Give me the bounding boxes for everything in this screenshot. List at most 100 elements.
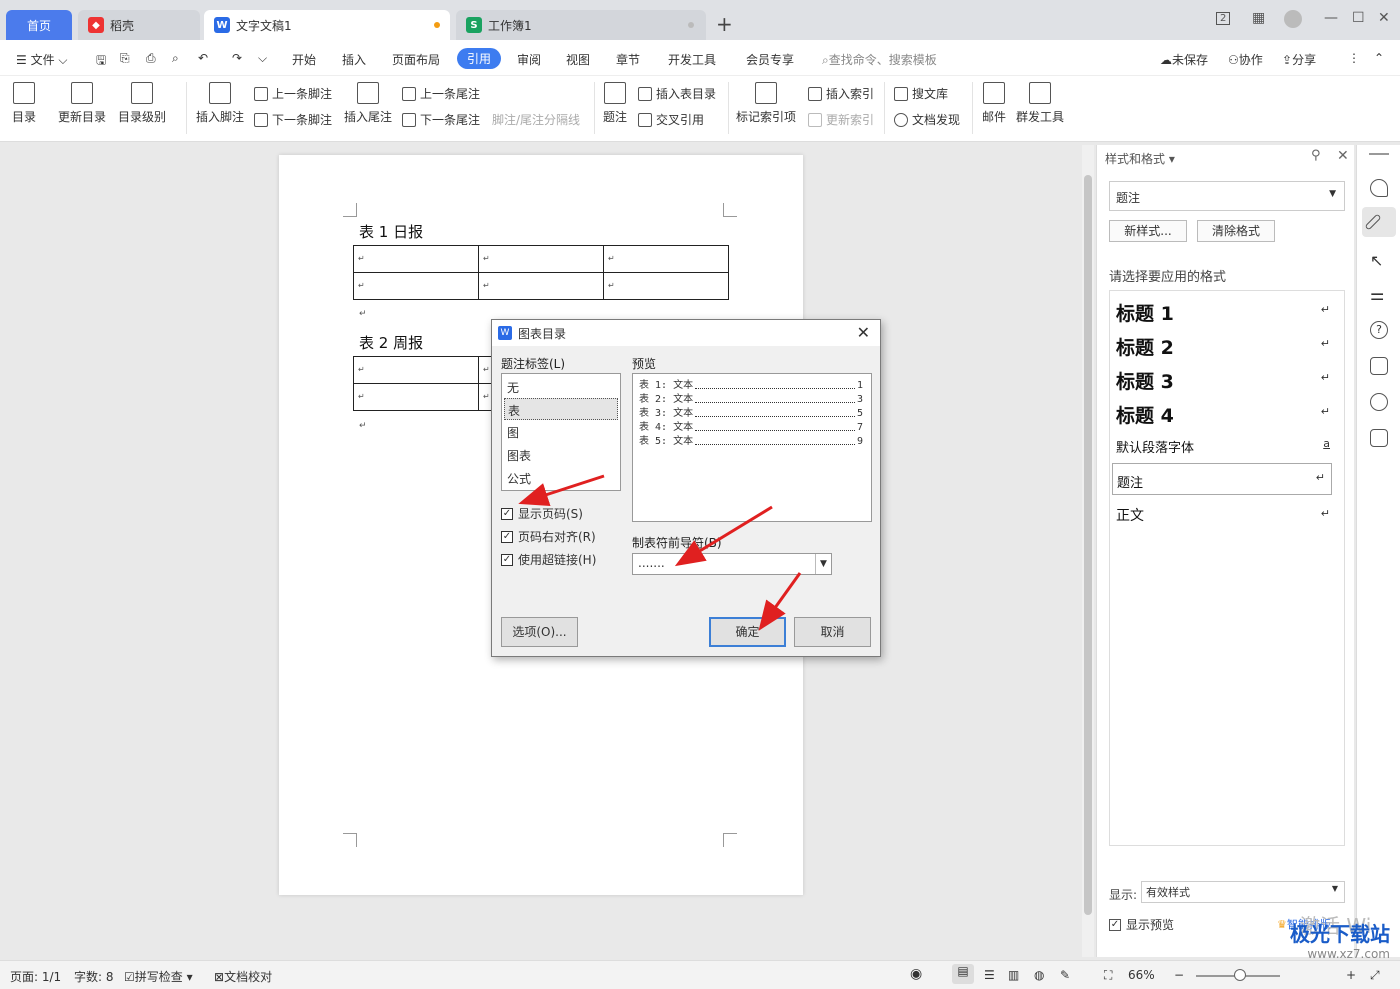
redo-icon[interactable]: ↷ xyxy=(232,51,242,65)
collapse-ribbon-icon[interactable]: ⌃ xyxy=(1374,51,1384,65)
pin-icon[interactable]: ⚲ xyxy=(1311,148,1321,163)
maximize-icon[interactable]: ☐ xyxy=(1352,10,1365,26)
minimize-icon[interactable]: — xyxy=(1324,10,1338,26)
tab-document[interactable]: W 文字文稿1 xyxy=(204,10,450,40)
clear-format-button[interactable]: 清除格式 xyxy=(1197,220,1275,242)
window-count-badge[interactable]: 2 xyxy=(1216,12,1231,25)
eye-icon[interactable]: ◉ xyxy=(910,966,922,982)
list-item[interactable]: 公式 xyxy=(504,467,618,489)
toc-button[interactable]: 目录 xyxy=(12,76,36,125)
tab-home[interactable]: 首页 xyxy=(6,10,72,40)
more-icon[interactable]: ⌵ xyxy=(258,51,267,66)
menu-layout[interactable]: 页面布局 xyxy=(392,51,440,68)
list-item[interactable]: 图 xyxy=(504,421,618,443)
show-filter-select[interactable]: 有效样式 ▼ xyxy=(1141,881,1345,903)
show-preview-checkbox[interactable]: ✓ 显示预览 xyxy=(1109,916,1174,933)
zoom-in-icon[interactable]: + xyxy=(1346,968,1356,982)
menu-member[interactable]: 会员专享 xyxy=(746,51,794,68)
use-hyperlink-checkbox[interactable]: ✓ 使用超链接(H) xyxy=(501,551,596,568)
table-cell[interactable]: ↵ xyxy=(603,272,729,300)
fit-page-icon[interactable]: ⛶ xyxy=(1104,968,1112,983)
close-icon[interactable]: ✕ xyxy=(857,323,870,342)
backup-icon[interactable] xyxy=(1370,357,1388,375)
prev-footnote-button[interactable]: 上一条脚注 xyxy=(254,85,332,102)
rocket-icon[interactable] xyxy=(1370,179,1388,197)
style-heading-3[interactable]: 标题 3 ↵ xyxy=(1116,367,1336,394)
dialog-titlebar[interactable]: W 图表目录 xyxy=(492,320,880,346)
cursor-icon[interactable]: ↖ xyxy=(1370,251,1388,270)
align-right-checkbox[interactable]: ✓ 页码右对齐(R) xyxy=(501,528,596,545)
book-icon[interactable] xyxy=(1370,429,1388,447)
read-view-icon[interactable]: ▥ xyxy=(1008,968,1019,982)
search-lib-button[interactable]: 搜文库 xyxy=(894,85,948,102)
list-item[interactable]: 表 xyxy=(504,398,618,420)
table-cell[interactable]: ↵ xyxy=(353,356,479,384)
help-icon[interactable]: ? xyxy=(1370,321,1388,339)
save-icon[interactable]: 🖫 xyxy=(96,51,106,72)
menu-insert[interactable]: 插入 xyxy=(342,51,366,68)
vertical-scrollbar[interactable] xyxy=(1082,145,1094,957)
close-window-icon[interactable]: ✕ xyxy=(1378,10,1390,26)
scroll-thumb[interactable] xyxy=(1084,175,1092,915)
menu-start[interactable]: 开始 xyxy=(292,51,316,68)
doc-discover-button[interactable]: 文档发现 xyxy=(894,111,960,128)
web-view-icon[interactable]: ◍ xyxy=(1034,968,1044,982)
insert-table-toc-button[interactable]: 插入表目录 xyxy=(638,85,716,102)
table-daily[interactable]: ↵ ↵ ↵ ↵ ↵ ↵ xyxy=(353,245,729,300)
current-style-select[interactable]: 题注 ▼ xyxy=(1109,181,1345,211)
fullscreen-icon[interactable]: ⤢ xyxy=(1370,968,1380,983)
panel-title[interactable]: 样式和格式 ▾ xyxy=(1105,150,1175,167)
style-caption[interactable]: 题注 ↵ xyxy=(1112,463,1332,495)
table-cell[interactable]: ↵ xyxy=(603,245,729,273)
new-style-button[interactable]: 新样式... xyxy=(1109,220,1187,242)
zoom-slider-handle[interactable] xyxy=(1234,969,1246,981)
menu-review[interactable]: 审阅 xyxy=(517,51,541,68)
more-options-icon[interactable]: ⋮ xyxy=(1348,51,1360,65)
list-item[interactable]: 无 xyxy=(504,376,618,398)
table-cell[interactable]: ↵ xyxy=(478,272,604,300)
update-index-button[interactable]: 更新索引 xyxy=(808,111,874,128)
options-button[interactable]: 选项(O)... xyxy=(501,617,578,647)
doc-proof-button[interactable]: ⊠文档校对 xyxy=(214,968,272,985)
lightning-icon[interactable] xyxy=(1370,393,1388,411)
show-page-number-checkbox[interactable]: ✓ 显示页码(S) xyxy=(501,505,583,522)
collab-button[interactable]: ⚇协作 xyxy=(1228,51,1263,68)
share-button[interactable]: ⇪分享 xyxy=(1282,51,1316,68)
caption-label-list[interactable]: 无 表 图 图表 公式 xyxy=(501,373,621,491)
export-pdf-icon[interactable]: ⎘ xyxy=(120,51,130,66)
edit-icon[interactable]: ✎ xyxy=(1060,968,1070,982)
outline-view-icon[interactable]: ☰ xyxy=(984,968,995,982)
table-cell[interactable]: ↵ xyxy=(478,245,604,273)
next-endnote-button[interactable]: 下一条尾注 xyxy=(402,111,480,128)
menu-devtools[interactable]: 开发工具 xyxy=(668,51,716,68)
print-icon[interactable]: ⎙ xyxy=(146,51,156,66)
separator-line-button[interactable]: 脚注/尾注分隔线 xyxy=(492,111,580,128)
mark-index-button[interactable]: 标记索引项 xyxy=(736,76,796,125)
print-preview-icon[interactable]: ⌕ xyxy=(172,51,179,66)
sliders-icon[interactable]: ⚌ xyxy=(1370,285,1388,304)
next-footnote-button[interactable]: 下一条脚注 xyxy=(254,111,332,128)
table-cell[interactable]: ↵ xyxy=(353,272,479,300)
toc-level-button[interactable]: 目录级别 xyxy=(118,76,166,125)
zoom-out-icon[interactable]: − xyxy=(1174,968,1184,982)
prev-endnote-button[interactable]: 上一条尾注 xyxy=(402,85,480,102)
page-indicator[interactable]: 页面: 1/1 xyxy=(10,968,61,985)
update-toc-button[interactable]: 更新目录 xyxy=(58,76,106,125)
insert-index-button[interactable]: 插入索引 xyxy=(808,85,874,102)
menu-view[interactable]: 视图 xyxy=(566,51,590,68)
word-count[interactable]: 字数: 8 xyxy=(74,968,114,985)
page-view-icon[interactable]: ▤ xyxy=(952,964,974,984)
menu-chapter[interactable]: 章节 xyxy=(616,51,640,68)
spell-check-button[interactable]: ☑拼写检查 ▾ xyxy=(124,968,193,985)
undo-icon[interactable]: ↶ xyxy=(198,51,208,65)
style-body[interactable]: 正文 ↵ xyxy=(1116,505,1336,525)
style-heading-2[interactable]: 标题 2 ↵ xyxy=(1116,333,1336,360)
command-search[interactable]: ⌕查找命令、搜索模板 xyxy=(822,51,937,68)
caption-button[interactable]: 题注 xyxy=(603,76,627,125)
unsaved-button[interactable]: ☁未保存 xyxy=(1160,51,1208,68)
grid-icon[interactable]: ▦ xyxy=(1252,10,1265,26)
close-panel-icon[interactable]: ✕ xyxy=(1337,148,1349,164)
insert-endnote-button[interactable]: 插入尾注 xyxy=(344,76,392,125)
tab-daoke[interactable]: ◆ 稻壳 xyxy=(78,10,200,40)
list-item[interactable]: 图表 xyxy=(504,444,618,466)
